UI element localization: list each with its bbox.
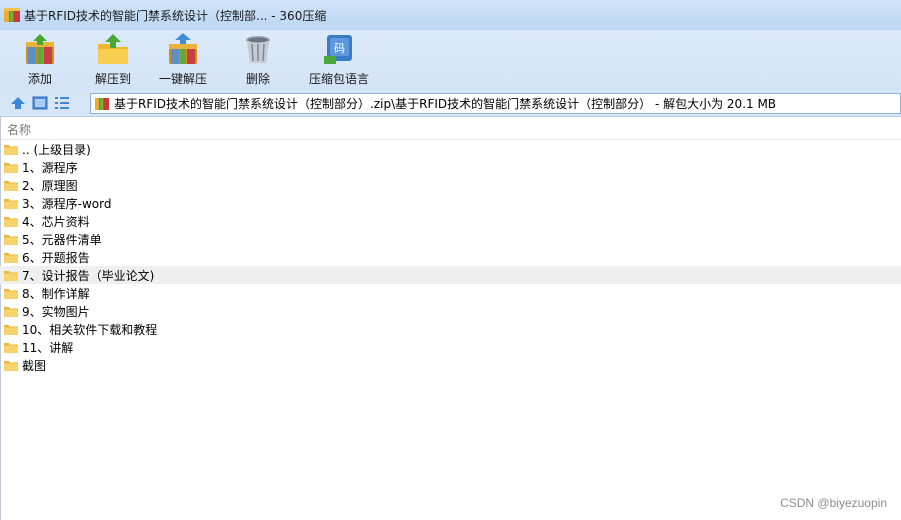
list-item[interactable]: 6、开题报告 <box>0 248 901 266</box>
list-item[interactable]: 1、源程序 <box>0 158 901 176</box>
folder-icon <box>4 324 18 335</box>
up-level-button[interactable] <box>8 93 28 113</box>
file-list: .. (上级目录) 1、源程序 2、原理图 3、源程序-word 4、芯片资料 5、元器件… <box>0 140 901 374</box>
list-item-name: 截图 <box>22 358 47 373</box>
list-view-icon <box>55 97 69 109</box>
folder-icon <box>4 144 18 155</box>
list-item-name: 4、芯片资料 <box>22 214 90 229</box>
extract-to-button[interactable]: 解压到 <box>95 32 131 87</box>
thumbnail-view-icon <box>32 96 48 110</box>
archive-app-icon <box>4 8 20 22</box>
archive-language-button[interactable]: 码 压缩包语言 <box>309 32 369 87</box>
one-click-extract-button[interactable]: 一键解压 <box>159 32 207 87</box>
folder-icon <box>4 180 18 191</box>
list-item[interactable]: 9、实物图片 <box>0 302 901 320</box>
list-item[interactable]: 7、设计报告（毕业论文) <box>0 266 901 284</box>
folder-icon <box>4 288 18 299</box>
list-item-name: 3、源程序-word <box>22 196 112 211</box>
folder-icon <box>4 216 18 227</box>
list-item[interactable]: 10、相关软件下载和教程 <box>0 320 901 338</box>
folder-icon <box>4 198 18 209</box>
add-archive-icon <box>26 34 54 64</box>
list-item-name: .. (上级目录) <box>22 142 91 157</box>
list-item[interactable]: 5、元器件清单 <box>0 230 901 248</box>
list-item-name: 2、原理图 <box>22 178 78 193</box>
delete-button[interactable]: 删除 <box>241 32 275 87</box>
list-item[interactable]: 8、制作详解 <box>0 284 901 302</box>
list-item[interactable]: 2、原理图 <box>0 176 901 194</box>
up-arrow-icon <box>11 97 25 109</box>
toolbar: 添加 解压到 一键解压 删除 码 压缩包语言 <box>0 30 901 90</box>
archive-language-label: 压缩包语言 <box>309 72 370 86</box>
list-item-name: 1、源程序 <box>22 160 78 175</box>
extract-to-icon <box>98 34 128 64</box>
folder-icon <box>4 342 18 353</box>
svg-text:码: 码 <box>334 42 345 55</box>
archive-language-icon: 码 <box>324 35 353 64</box>
column-name-header[interactable]: 名称 <box>7 121 31 138</box>
list-item-name: 5、元器件清单 <box>22 232 102 247</box>
delete-label: 删除 <box>246 72 271 86</box>
folder-icon <box>4 162 18 173</box>
one-click-extract-icon <box>169 33 198 64</box>
list-item-name: 10、相关软件下载和教程 <box>22 322 158 337</box>
add-button[interactable]: 添加 <box>23 32 57 87</box>
add-label: 添加 <box>27 72 52 86</box>
list-item-name: 9、实物图片 <box>22 304 90 319</box>
one-click-extract-label: 一键解压 <box>159 72 208 86</box>
delete-icon <box>246 36 271 63</box>
list-item[interactable]: 4、芯片资料 <box>0 212 901 230</box>
folder-icon <box>4 360 18 371</box>
folder-icon <box>4 270 18 281</box>
title-bar: 基于RFID技术的智能门禁系统设计（控制部... - 360压缩 <box>0 0 901 30</box>
column-header: 名称 <box>0 117 901 140</box>
address-bar: 基于RFID技术的智能门禁系统设计（控制部分）.zip\基于RFID技术的智能门… <box>0 90 901 117</box>
extract-to-label: 解压到 <box>95 72 132 86</box>
list-view-button[interactable] <box>52 93 72 113</box>
folder-icon <box>4 306 18 317</box>
path-text: 基于RFID技术的智能门禁系统设计（控制部分）.zip\基于RFID技术的智能门… <box>114 97 777 111</box>
folder-icon <box>4 234 18 245</box>
watermark: CSDN @biyezuopin <box>780 496 887 510</box>
list-item-name: 7、设计报告（毕业论文) <box>22 268 155 283</box>
window-title: 基于RFID技术的智能门禁系统设计（控制部... - 360压缩 <box>24 8 327 23</box>
zip-file-icon <box>95 97 109 110</box>
list-item[interactable]: 3、源程序-word <box>0 194 901 212</box>
folder-icon <box>4 252 18 263</box>
path-field[interactable]: 基于RFID技术的智能门禁系统设计（控制部分）.zip\基于RFID技术的智能门… <box>90 93 901 114</box>
list-item[interactable]: 截图 <box>0 356 901 374</box>
list-item-name: 8、制作详解 <box>22 286 90 301</box>
list-item[interactable]: 11、讲解 <box>0 338 901 356</box>
list-item-name: 11、讲解 <box>22 340 74 355</box>
list-item-name: 6、开题报告 <box>22 250 90 265</box>
parent-directory-row[interactable]: .. (上级目录) <box>0 140 901 158</box>
thumbnail-view-button[interactable] <box>30 93 50 113</box>
